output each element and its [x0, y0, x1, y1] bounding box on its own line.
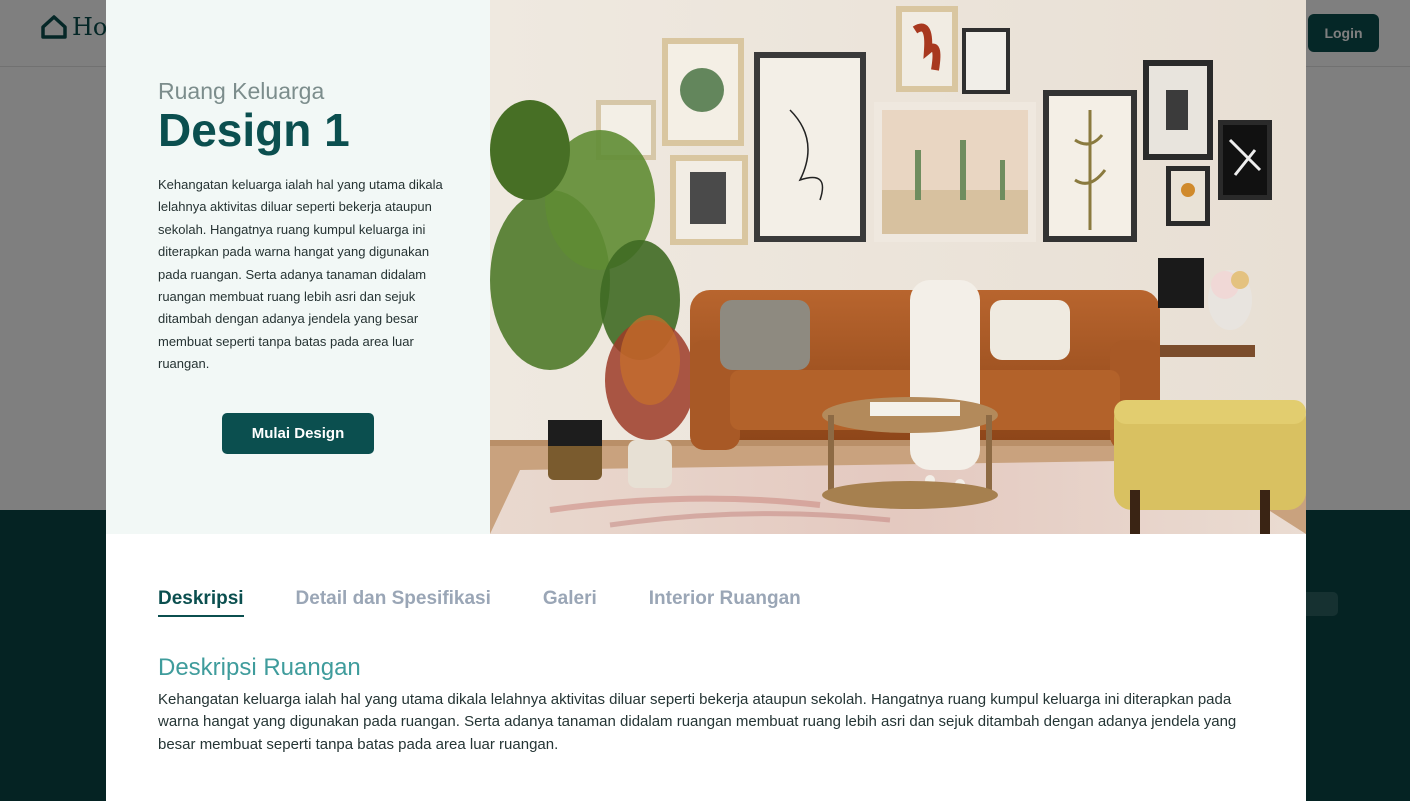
section-description: Kehangatan keluarga ialah hal yang utama…	[158, 691, 1237, 753]
design-title: Design 1	[158, 104, 350, 156]
design-modal: Ruang Keluarga Design 1 Kehangatan kelua…	[106, 0, 1306, 801]
detail-tabs: Deskripsi Detail dan Spesifikasi Galeri …	[158, 588, 801, 617]
section-title: Deskripsi Ruangan	[158, 654, 361, 681]
tab-galeri[interactable]: Galeri	[543, 588, 597, 617]
tab-detail-spesifikasi[interactable]: Detail dan Spesifikasi	[296, 588, 491, 617]
hero-description: Kehangatan keluarga ialah hal yang utama…	[158, 177, 443, 372]
living-room-photo	[490, 0, 1306, 534]
hero-info-panel: Ruang Keluarga Design 1 Kehangatan kelua…	[106, 0, 490, 534]
room-category: Ruang Keluarga	[158, 78, 325, 104]
tab-deskripsi[interactable]: Deskripsi	[158, 588, 244, 617]
start-design-button[interactable]: Mulai Design	[222, 413, 374, 454]
tab-interior-ruangan[interactable]: Interior Ruangan	[649, 588, 801, 617]
